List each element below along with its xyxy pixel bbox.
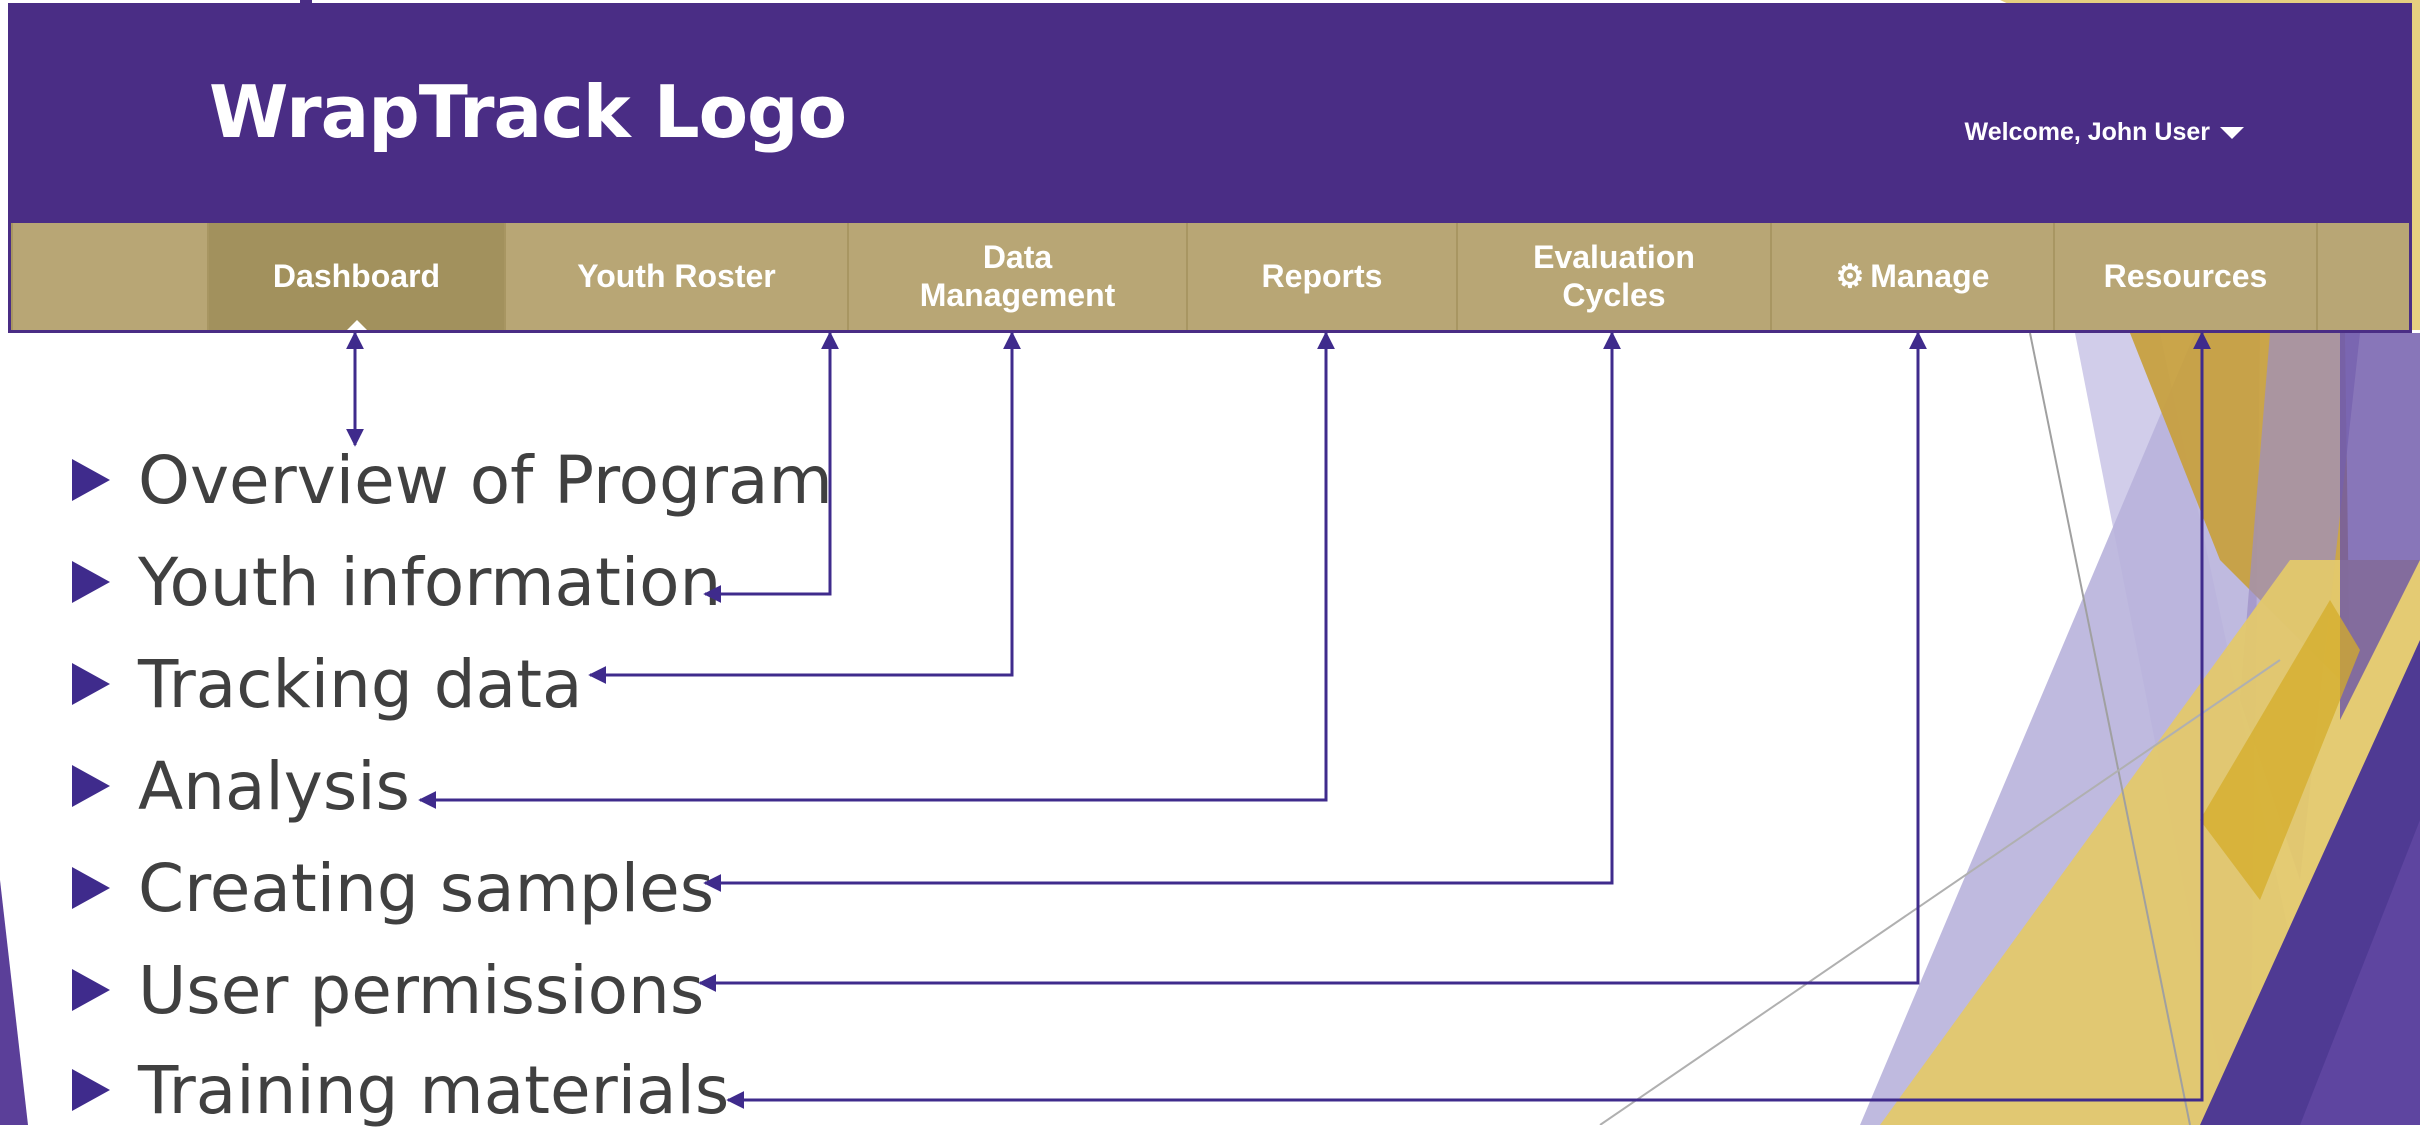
bullet-icon	[72, 867, 110, 909]
decor-shape	[0, 880, 28, 1125]
list-item-label: Youth information	[138, 543, 722, 621]
bullet-icon	[72, 765, 110, 807]
tab-label: Dashboard	[272, 257, 441, 294]
welcome-text: Welcome, John User	[1964, 118, 2210, 146]
list-item-label: Tracking data	[138, 645, 583, 723]
tab-reports[interactable]: Reports	[1188, 223, 1458, 330]
list-item: Creating samples	[72, 838, 714, 938]
list-item-label: Creating samples	[138, 849, 715, 927]
tab-resources[interactable]: Resources	[2055, 223, 2318, 330]
list-item: Training materials	[72, 1040, 729, 1140]
chevron-down-icon	[2220, 126, 2244, 139]
nav-spacer	[11, 223, 209, 330]
bullet-icon	[72, 663, 110, 705]
list-item-label: Overview of Program	[138, 441, 833, 519]
list-item: Overview of Program	[72, 430, 833, 530]
main-navbar: Dashboard Youth Roster Data Management R…	[11, 223, 2409, 330]
user-menu[interactable]: Welcome, John User	[1965, 118, 2244, 147]
list-item: Analysis	[72, 736, 410, 836]
list-item-label: Analysis	[138, 747, 410, 825]
tab-dashboard[interactable]: Dashboard	[209, 223, 506, 330]
app-frame: WrapTrack Logo Welcome, John User Dashbo…	[8, 3, 2412, 333]
bullet-icon	[72, 969, 110, 1011]
tab-label: Data Management	[919, 238, 1116, 313]
list-item: Youth information	[72, 532, 721, 632]
tab-label: Resources	[2103, 257, 2268, 294]
gear-icon: ⚙	[1835, 257, 1865, 294]
list-item: User permissions	[72, 940, 704, 1040]
tab-evaluation-cycles[interactable]: Evaluation Cycles	[1458, 223, 1772, 330]
list-item-label: Training materials	[138, 1051, 730, 1129]
bullet-icon	[72, 561, 110, 603]
tab-label: Youth Roster	[577, 257, 776, 294]
tab-data-management[interactable]: Data Management	[849, 223, 1188, 330]
tab-label: Evaluation Cycles	[1533, 238, 1695, 313]
tab-label: Manage	[1870, 257, 1990, 294]
list-item: Tracking data	[72, 634, 582, 734]
bullet-icon	[72, 459, 110, 501]
tab-manage[interactable]: ⚙ Manage	[1772, 223, 2055, 330]
active-tab-indicator	[346, 320, 367, 330]
bullet-icon	[72, 1069, 110, 1111]
tab-youth-roster[interactable]: Youth Roster	[506, 223, 849, 330]
app-header: WrapTrack Logo Welcome, John User	[11, 6, 2409, 223]
app-logo[interactable]: WrapTrack Logo	[209, 76, 847, 148]
tab-label: Reports	[1261, 257, 1383, 294]
list-item-label: User permissions	[138, 951, 705, 1029]
